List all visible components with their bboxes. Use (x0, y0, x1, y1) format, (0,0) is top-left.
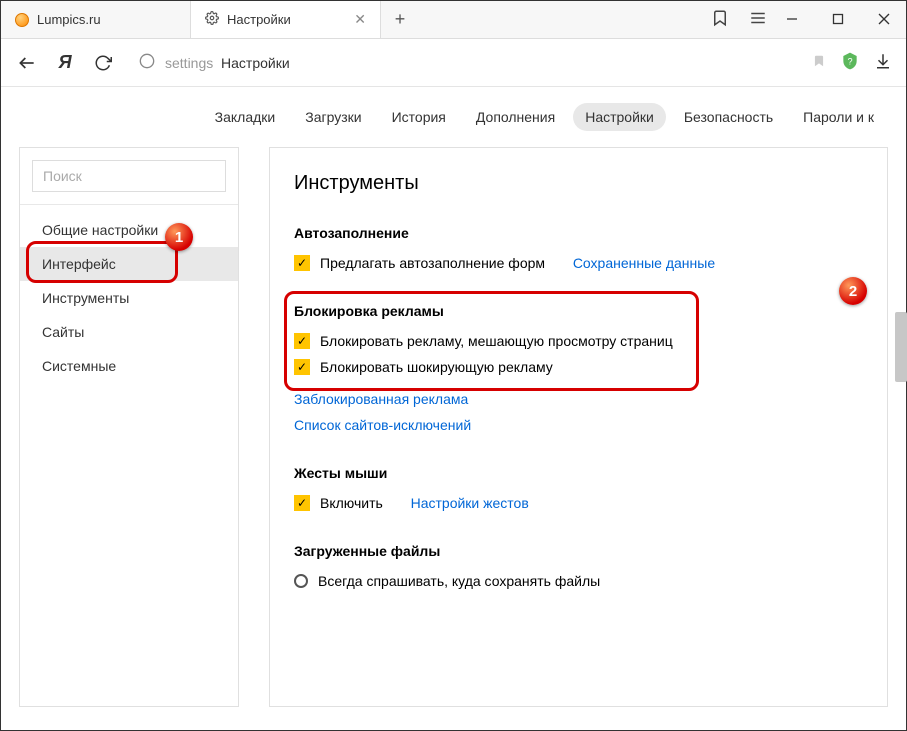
radio-ask-location[interactable] (294, 574, 308, 588)
annotation-badge-2: 2 (839, 277, 867, 305)
section-title: Загруженные файлы (294, 543, 863, 559)
url-text: settings Настройки (165, 55, 290, 71)
section-adblock: Блокировка рекламы Блокировать рекламу, … (294, 303, 863, 433)
section-title: Автозаполнение (294, 225, 863, 241)
link-blocked-ads[interactable]: Заблокированная реклама (294, 391, 468, 407)
section-mouse-gestures: Жесты мыши Включить Настройки жестов (294, 465, 863, 511)
radio-label: Всегда спрашивать, куда сохранять файлы (318, 573, 600, 589)
sidebar-item-system[interactable]: Системные (20, 349, 238, 383)
sidebar-item-tools[interactable]: Инструменты (20, 281, 238, 315)
annotation-badge-1: 1 (165, 223, 193, 251)
search-input[interactable]: Поиск (32, 160, 226, 192)
site-info-icon[interactable] (139, 53, 155, 72)
nav-addons[interactable]: Дополнения (464, 103, 567, 131)
scrollbar-thumb[interactable] (895, 312, 907, 382)
tab-title: Lumpics.ru (37, 12, 176, 27)
nav-passwords[interactable]: Пароли и к (791, 103, 886, 131)
tab-title: Настройки (227, 12, 346, 27)
section-title: Жесты мыши (294, 465, 863, 481)
nav-bar: Я settings Настройки ? (1, 39, 906, 87)
link-site-exceptions[interactable]: Список сайтов-исключений (294, 417, 471, 433)
extension-shield-icon[interactable]: ? (840, 51, 860, 74)
checkbox-label: Предлагать автозаполнение форм (320, 255, 545, 271)
tab-lumpics[interactable]: Lumpics.ru (1, 1, 191, 38)
toolbar-icons (711, 0, 767, 38)
tab-settings[interactable]: Настройки ✕ (191, 1, 381, 38)
gear-icon (205, 11, 219, 28)
url-bar-actions: ? (812, 51, 892, 74)
checkbox-autofill[interactable] (294, 255, 310, 271)
page-title: Инструменты (294, 172, 863, 195)
nav-settings[interactable]: Настройки (573, 103, 666, 131)
window-controls (769, 0, 907, 38)
nav-security[interactable]: Безопасность (672, 103, 785, 131)
close-button[interactable] (861, 0, 907, 38)
menu-icon[interactable] (749, 9, 767, 30)
download-icon[interactable] (874, 52, 892, 73)
content-area: Поиск Общие настройки Интерфейс Инструме… (1, 147, 906, 707)
section-downloads: Загруженные файлы Всегда спрашивать, куд… (294, 543, 863, 589)
section-autofill: Автозаполнение Предлагать автозаполнение… (294, 225, 863, 271)
nav-history[interactable]: История (380, 103, 458, 131)
address-bar[interactable]: settings Настройки (129, 47, 798, 78)
annotation-highlight-1 (26, 241, 178, 283)
new-tab-button[interactable]: + (381, 1, 419, 38)
settings-main: Инструменты Автозаполнение Предлагать ав… (269, 147, 888, 707)
bookmark-icon[interactable] (711, 9, 729, 30)
link-gesture-settings[interactable]: Настройки жестов (411, 495, 529, 511)
settings-sidebar: Поиск Общие настройки Интерфейс Инструме… (19, 147, 239, 707)
sidebar-item-sites[interactable]: Сайты (20, 315, 238, 349)
checkbox-label: Включить (320, 495, 383, 511)
nav-bookmarks[interactable]: Закладки (203, 103, 288, 131)
close-icon[interactable]: ✕ (354, 11, 366, 28)
link-saved-data[interactable]: Сохраненные данные (573, 255, 715, 271)
checkbox-gestures[interactable] (294, 495, 310, 511)
back-button[interactable] (15, 53, 39, 73)
annotation-highlight-2 (284, 291, 699, 391)
yandex-logo-icon[interactable]: Я (53, 52, 77, 73)
svg-text:?: ? (847, 56, 852, 66)
page-bookmark-icon[interactable] (812, 52, 826, 73)
maximize-button[interactable] (815, 0, 861, 38)
settings-top-nav: Закладки Загрузки История Дополнения Нас… (1, 87, 906, 147)
reload-button[interactable] (91, 54, 115, 72)
nav-downloads[interactable]: Загрузки (293, 103, 373, 131)
minimize-button[interactable] (769, 0, 815, 38)
favicon-lumpics (15, 13, 29, 27)
